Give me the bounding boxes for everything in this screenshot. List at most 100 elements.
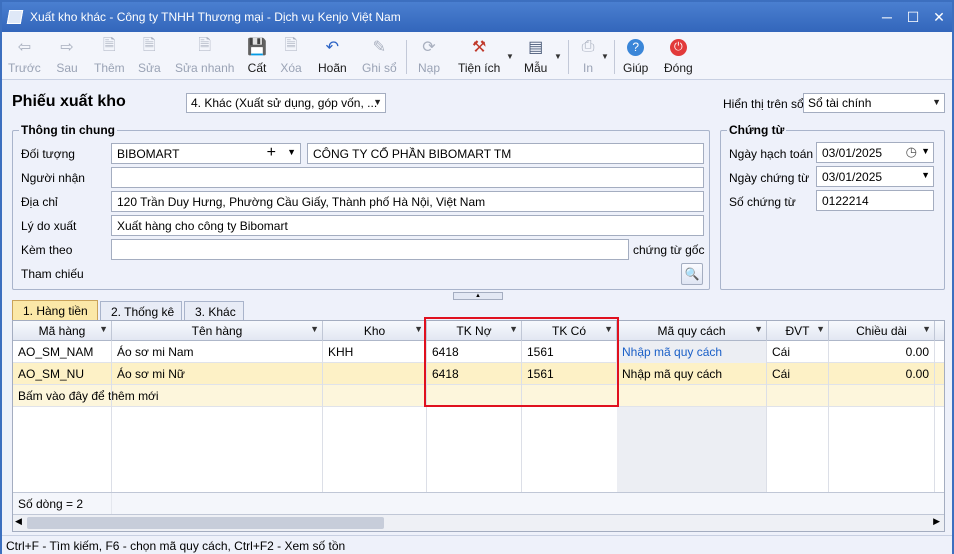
- pin-icon[interactable]: ▼: [310, 324, 319, 334]
- page-title: Phiếu xuất kho: [12, 93, 126, 110]
- next-button[interactable]: ⇨ Sau: [56, 34, 78, 78]
- address-input[interactable]: 120 Trần Duy Hưng, Phường Cầu Giấy, Thàn…: [111, 191, 704, 212]
- floppy-disk-icon: 💾: [247, 39, 267, 56]
- window-title: Xuất kho khác - Công ty TNHH Thương mại …: [30, 10, 401, 24]
- column-divider: [111, 341, 112, 492]
- chevron-down-icon[interactable]: ▼: [601, 52, 609, 61]
- horizontal-scrollbar[interactable]: ◀ ▶: [13, 514, 944, 531]
- new-document-icon: 🗎: [102, 36, 116, 54]
- template-icon: ▤: [528, 39, 544, 56]
- field-label: Ngày chứng từ: [729, 171, 810, 185]
- magnifier-icon: 🔍: [684, 267, 700, 281]
- form-body: Phiếu xuất kho 4. Khác (Xuất sử dụng, gó…: [2, 81, 952, 537]
- display-label: Hiển thị trên sổ: [723, 97, 804, 111]
- column-header[interactable]: Kho ▼: [323, 321, 427, 341]
- delete-document-icon: 🗎: [284, 36, 298, 54]
- close-button[interactable]: ✕: [926, 5, 952, 29]
- close-form-button[interactable]: ⏻ Đóng: [664, 34, 693, 78]
- edit-button[interactable]: 🗎 Sửa: [138, 34, 161, 78]
- edit-document-icon: 🗎: [142, 36, 156, 54]
- receiver-input[interactable]: [111, 167, 704, 188]
- tab-thong-ke[interactable]: 2. Thống kê: [100, 301, 182, 321]
- column-header[interactable]: Mã hàng ▼: [13, 321, 112, 341]
- attachment-input[interactable]: [111, 239, 629, 260]
- pin-icon[interactable]: ▼: [816, 324, 825, 334]
- chevron-down-icon[interactable]: ▼: [287, 147, 296, 157]
- title-bar: Xuất kho khác - Công ty TNHH Thương mại …: [2, 2, 952, 32]
- add-button[interactable]: 🗎 Thêm: [94, 34, 125, 78]
- column-divider: [766, 341, 767, 492]
- column-header[interactable]: Mã quy cách ▼: [617, 321, 767, 341]
- general-info-group: Thông tin chung Đối tượng BIBOMART + ▼ C…: [12, 123, 710, 290]
- utilities-button[interactable]: ⚒ Tiện ích: [458, 34, 500, 78]
- reference-search-button[interactable]: 🔍: [681, 263, 703, 285]
- object-name-input[interactable]: CÔNG TY CỔ PHẦN BIBOMART TM: [307, 143, 704, 164]
- delete-button[interactable]: 🗎 Xóa: [280, 34, 302, 78]
- clock-icon[interactable]: ◷: [906, 144, 917, 160]
- pin-icon[interactable]: ▼: [922, 324, 931, 334]
- column-divider: [322, 341, 323, 492]
- reload-button[interactable]: ⟳ Nạp: [418, 34, 440, 78]
- group-title: Thông tin chung: [19, 123, 117, 137]
- undo-button[interactable]: ↶ Hoãn: [318, 34, 347, 78]
- grid-footer: Số dòng = 2: [13, 492, 944, 515]
- posting-date-input[interactable]: 03/01/2025 ◷ ▼: [816, 142, 934, 163]
- object-code-input[interactable]: BIBOMART + ▼: [111, 143, 301, 164]
- help-button[interactable]: ? Giúp: [623, 34, 648, 78]
- field-label: Tham chiếu: [21, 267, 84, 281]
- column-header[interactable]: ĐVT ▼: [767, 321, 829, 341]
- field-label: Kèm theo: [21, 243, 73, 257]
- maximize-button[interactable]: ☐: [900, 5, 926, 29]
- pin-icon[interactable]: ▼: [754, 324, 763, 334]
- row-count: Số dòng = 2: [13, 493, 112, 515]
- column-header[interactable]: Tên hàng ▼: [112, 321, 323, 341]
- save-button[interactable]: 💾 Cất: [246, 34, 268, 78]
- field-label: Người nhận: [21, 171, 85, 185]
- group-title: Chứng từ: [727, 123, 787, 137]
- chevron-down-icon[interactable]: ▼: [921, 170, 930, 180]
- voucher-number-input[interactable]: 0122214: [816, 190, 934, 211]
- reason-input[interactable]: Xuất hàng cho công ty Bibomart: [111, 215, 704, 236]
- prev-button[interactable]: ⇦ Trước: [8, 34, 41, 78]
- pen-icon: ✎: [372, 39, 387, 56]
- original-doc-label: chứng từ gốc: [633, 243, 705, 257]
- chevron-down-icon: ▼: [932, 97, 941, 107]
- scrollbar-thumb[interactable]: [27, 517, 384, 529]
- tab-hang-tien[interactable]: 1. Hàng tiền: [12, 300, 98, 321]
- toolbar-separator: [614, 40, 615, 74]
- print-button[interactable]: ⎙ In: [577, 34, 599, 78]
- voucher-type-select[interactable]: 4. Khác (Xuất sử dụng, góp vốn, ... ▼: [186, 93, 386, 113]
- status-bar: Ctrl+F - Tìm kiếm, F6 - chọn mã quy cách…: [2, 535, 952, 554]
- window: Xuất kho khác - Công ty TNHH Thương mại …: [0, 0, 954, 554]
- column-header[interactable]: Chiều dài ▼: [829, 321, 935, 341]
- field-label: Số chứng từ: [729, 195, 796, 209]
- tools-icon: ⚒: [471, 39, 487, 56]
- minimize-button[interactable]: ─: [874, 5, 900, 29]
- toolbar-separator: [406, 40, 407, 74]
- column-divider: [828, 341, 829, 492]
- field-label: Đối tượng: [21, 147, 75, 161]
- template-button[interactable]: ▤ Mẫu: [524, 34, 547, 78]
- chevron-down-icon[interactable]: ▼: [554, 52, 562, 61]
- field-label: Ngày hạch toán: [729, 147, 814, 161]
- chevron-down-icon: ▼: [373, 97, 382, 107]
- display-select[interactable]: Sổ tài chính ▼: [803, 93, 945, 113]
- chevron-down-icon[interactable]: ▼: [506, 52, 514, 61]
- plus-icon[interactable]: +: [267, 144, 276, 162]
- pin-icon[interactable]: ▼: [414, 324, 423, 334]
- scroll-left-icon[interactable]: ◀: [15, 516, 22, 527]
- spec-code-cell[interactable]: Nhập mã quy cách: [617, 363, 767, 385]
- quick-edit-button[interactable]: 🗎 Sửa nhanh: [175, 34, 234, 78]
- spec-code-link[interactable]: Nhập mã quy cách: [617, 341, 767, 363]
- scroll-right-icon[interactable]: ▶: [933, 516, 940, 527]
- field-label: Địa chỉ: [21, 195, 58, 209]
- voucher-group: Chứng từ Ngày hạch toán 03/01/2025 ◷ ▼ N…: [720, 123, 945, 290]
- pin-icon[interactable]: ▼: [99, 324, 108, 334]
- panel-splitter[interactable]: ▲: [453, 292, 503, 300]
- chevron-down-icon[interactable]: ▼: [921, 146, 930, 156]
- voucher-date-input[interactable]: 03/01/2025 ▼: [816, 166, 934, 187]
- help-icon: ?: [625, 36, 647, 58]
- post-button[interactable]: ✎ Ghi sổ: [362, 34, 397, 78]
- tab-khac[interactable]: 3. Khác: [184, 301, 244, 321]
- refresh-icon: ⟳: [422, 39, 436, 56]
